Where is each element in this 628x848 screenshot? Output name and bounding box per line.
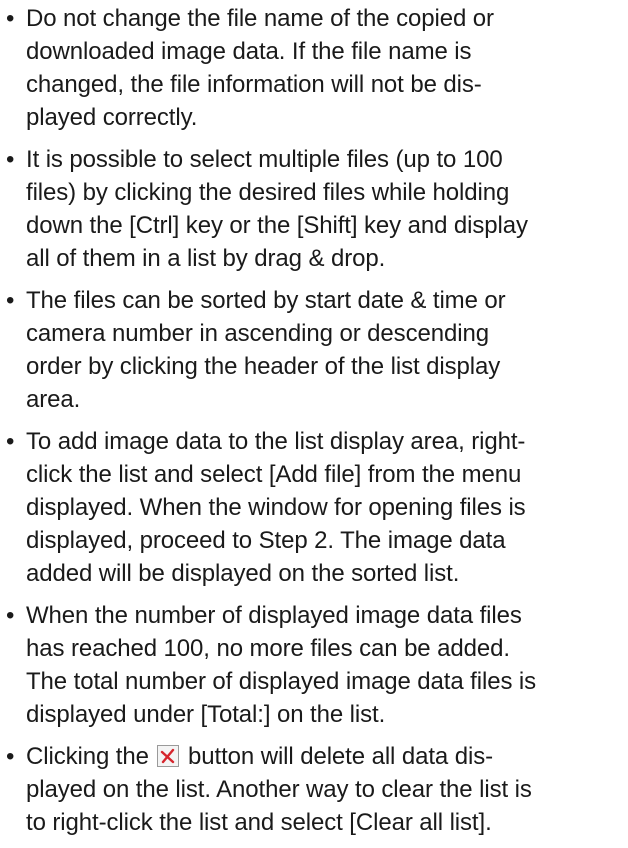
note-add-file: • To add image data to the list display … [0,425,620,590]
note-text: button will delete all data dis- [188,743,493,770]
note-line: displayed. When the window for opening f… [26,494,526,521]
note-line: It is possible to select multiple files … [26,146,503,173]
note-file-limit: • When the number of displayed image dat… [0,599,620,731]
note-line: to right-click the list and select [Clea… [26,809,492,836]
note-line: The files can be sorted by start date & … [26,287,506,314]
note-line: When the number of displayed image data … [26,602,522,629]
note-multiple-files: • It is possible to select multiple file… [0,143,620,275]
note-line: The total number of displayed image data… [26,668,537,695]
note-line: played correctly. [26,104,198,131]
note-line: down the [Ctrl] key or the [Shift] key a… [26,212,528,239]
note-line: all of them in a list by drag & drop. [26,245,386,272]
notes-list: • Do not change the file name of the cop… [0,2,620,848]
note-clear-list: • Clicking the button will delete all da… [0,740,620,839]
note-text: Clicking the [26,743,149,770]
note-sorting: • The files can be sorted by start date … [0,284,620,416]
x-mark [161,748,175,764]
note-line: area. [26,386,81,413]
note-line: click the list and select [Add file] fro… [26,461,522,488]
note-line: has reached 100, no more files can be ad… [26,635,510,662]
note-line: camera number in ascending or descending [26,320,489,347]
note-line-with-icon: Clicking the button will delete all data… [26,740,620,773]
clear-list-icon [157,745,180,767]
bullet: • [6,5,15,32]
bullet: • [6,287,15,314]
note-line: Do not change the file name of the copie… [26,5,494,32]
bullet: • [6,428,15,455]
note-line: added will be displayed on the sorted li… [26,560,460,587]
note-line: To add image data to the list display ar… [26,428,526,455]
note-line: played on the list. Another way to clear… [26,776,532,803]
bullet: • [6,146,15,173]
bullet: • [6,602,15,629]
note-file-name: • Do not change the file name of the cop… [0,2,620,134]
note-line: displayed under [Total:] on the list. [26,701,386,728]
note-line: files) by clicking the desired files whi… [26,179,510,206]
note-line: order by clicking the header of the list… [26,353,501,380]
note-line: downloaded image data. If the file name … [26,38,472,65]
note-line: changed, the file information will not b… [26,71,482,98]
note-line: displayed, proceed to Step 2. The image … [26,527,506,554]
bullet: • [6,743,15,770]
